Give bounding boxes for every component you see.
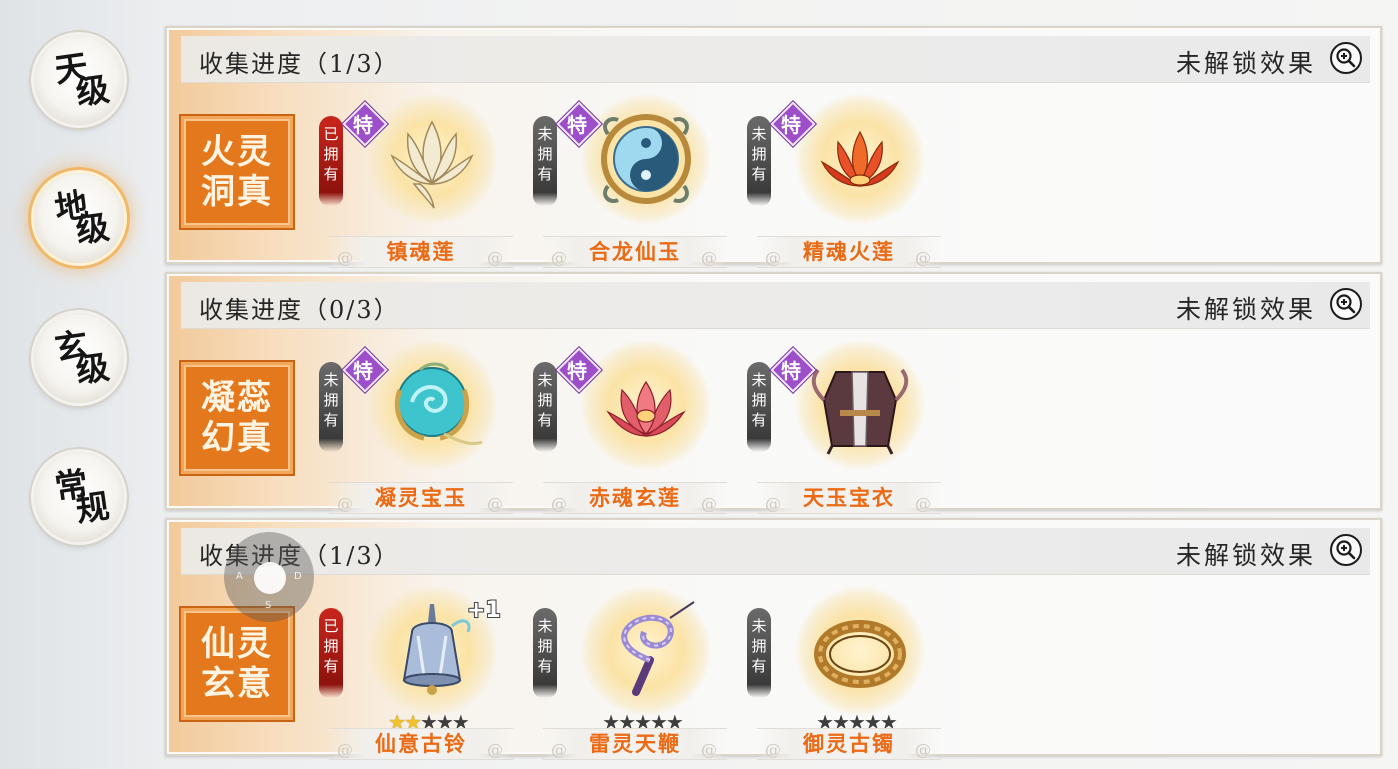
cyan-orb-jade-icon: [394, 362, 483, 446]
fire-lotus-icon: [820, 130, 900, 187]
item-name-ribbon: @ 赤魂玄莲 @: [543, 482, 727, 514]
collection-set-panel: 收集进度（1/3） 未解锁效果 仙灵 玄意 已拥有 +1 ★★★★★ @ 仙意古…: [165, 518, 1382, 760]
tier-tab-xuanji[interactable]: 玄级: [34, 313, 124, 403]
item-name-ribbon: @ 天玉宝衣 @: [757, 482, 941, 514]
item-name-ribbon: @ 精魂火莲 @: [757, 236, 941, 268]
set-name-plate: 仙灵 玄意: [181, 608, 293, 720]
collection-progress: 收集进度（1/3）: [199, 50, 400, 78]
unowned-tag: 未拥有: [747, 608, 771, 698]
key-hint-a: A: [236, 571, 243, 582]
key-hint-s: S: [265, 600, 272, 611]
tier-tab-label: 玄级: [52, 325, 110, 391]
item-name-ribbon: @ 仙意古铃 @: [329, 728, 513, 760]
unlock-effect-label: 未解锁效果: [1175, 295, 1316, 324]
zoom-in-button[interactable]: [1330, 288, 1362, 320]
zoom-in-button[interactable]: [1330, 534, 1362, 566]
item-name: 精魂火莲: [803, 239, 895, 264]
bronze-bracelet-icon: [814, 620, 906, 688]
collection-set-panel: 收集进度（1/3） 未解锁效果 火灵 洞真 已拥有 特 @ 镇魂莲 @ 未 拥 …: [165, 26, 1382, 268]
tier-tab-label: 地级: [52, 185, 110, 251]
unowned-tag: 未拥有: [747, 116, 771, 206]
collection-item[interactable]: 已拥有 特 @ 镇魂莲 @: [317, 84, 517, 268]
set-name: 仙灵 玄意: [201, 624, 273, 704]
collection-item[interactable]: 未拥有 特 @ 合龙仙玉 @: [531, 84, 731, 268]
joystick-knob[interactable]: [254, 562, 286, 594]
special-badge: 特: [770, 347, 816, 393]
yin-yang-jade-icon: [601, 114, 691, 204]
unowned-tag: 未拥有: [533, 608, 557, 698]
special-badge: 特: [556, 101, 602, 147]
item-name: 雷灵天鞭: [589, 731, 681, 756]
duplicate-count: +1: [467, 598, 501, 623]
magnifier-plus-icon: [1336, 294, 1356, 314]
tier-tab-diji[interactable]: 地级: [34, 173, 124, 263]
panel-header: 收集进度（0/3） 未解锁效果: [181, 282, 1370, 329]
tier-tab-tianji[interactable]: 天级: [34, 35, 124, 125]
collection-item[interactable]: 未拥有 特 @ 凝灵宝玉 @: [317, 330, 517, 514]
item-name-ribbon: @ 凝灵宝玉 @: [329, 482, 513, 514]
set-name-plate: 凝蕊 幻真: [181, 362, 293, 474]
virtual-joystick[interactable]: A D S: [224, 532, 314, 622]
magnifier-plus-icon: [1336, 48, 1356, 68]
tier-tab-changgui[interactable]: 常规: [34, 452, 124, 542]
item-name: 御灵古镯: [803, 731, 895, 756]
thunder-whip-icon: [621, 601, 695, 696]
unlock-effect-label: 未解锁效果: [1175, 541, 1316, 570]
set-name-plate: 火灵 洞真: [181, 116, 293, 228]
unowned-tag: 未拥有: [533, 116, 557, 206]
collection-set-panel: 收集进度（0/3） 未解锁效果 凝蕊 幻真 未拥有 特 @ 凝灵宝玉 @ 未 拥…: [165, 272, 1382, 514]
set-name: 凝蕊 幻真: [201, 378, 273, 458]
panel-header: 收集进度（1/3） 未解锁效果: [181, 528, 1370, 575]
collection-item[interactable]: 未拥有 特 @ 天玉宝衣 @: [745, 330, 945, 514]
item-name: 凝灵宝玉: [375, 485, 467, 510]
item-name-ribbon: @ 雷灵天鞭 @: [543, 728, 727, 760]
collection-item[interactable]: 未拥有 ★★★★★ @ 御灵古镯 @: [745, 576, 945, 760]
item-name-ribbon: @ 镇魂莲 @: [329, 236, 513, 268]
unowned-tag: 未拥有: [747, 362, 771, 452]
item-name: 合龙仙玉: [589, 239, 681, 264]
zoom-in-button[interactable]: [1330, 42, 1362, 74]
armor-robe-icon: [811, 368, 909, 455]
collection-item[interactable]: 未拥有 ★★★★★ @ 雷灵天鞭 @: [531, 576, 731, 760]
magnifier-plus-icon: [1336, 540, 1356, 560]
collection-item[interactable]: 未拥有 特 @ 赤魂玄莲 @: [531, 330, 731, 514]
collection-item[interactable]: 已拥有 +1 ★★★★★ @ 仙意古铃 @: [317, 576, 517, 760]
item-name: 镇魂莲: [386, 239, 456, 264]
collection-item[interactable]: 未拥有 特 @ 精魂火莲 @: [745, 84, 945, 268]
tier-tab-label: 常规: [52, 464, 110, 530]
special-badge: 特: [342, 347, 388, 393]
white-lotus-icon: [390, 120, 474, 209]
item-name: 天玉宝衣: [803, 485, 895, 510]
item-name-ribbon: @ 御灵古镯 @: [757, 728, 941, 760]
unowned-tag: 未拥有: [533, 362, 557, 452]
special-badge: 特: [770, 101, 816, 147]
special-badge: 特: [556, 347, 602, 393]
collection-progress: 收集进度（0/3）: [199, 296, 400, 324]
special-badge: 特: [342, 101, 388, 147]
item-name-ribbon: @ 合龙仙玉 @: [543, 236, 727, 268]
item-name: 赤魂玄莲: [589, 485, 681, 510]
panel-header: 收集进度（1/3） 未解锁效果: [181, 36, 1370, 83]
unowned-tag: 未拥有: [319, 362, 343, 452]
owned-tag: 已拥有: [319, 116, 343, 206]
unlock-effect-label: 未解锁效果: [1175, 49, 1316, 78]
owned-tag: 已拥有: [319, 608, 343, 698]
red-lotus-icon: [606, 380, 686, 437]
set-name: 火灵 洞真: [201, 132, 273, 212]
tier-tab-label: 天级: [52, 47, 110, 113]
key-hint-d: D: [294, 571, 302, 582]
item-name: 仙意古铃: [375, 731, 467, 756]
